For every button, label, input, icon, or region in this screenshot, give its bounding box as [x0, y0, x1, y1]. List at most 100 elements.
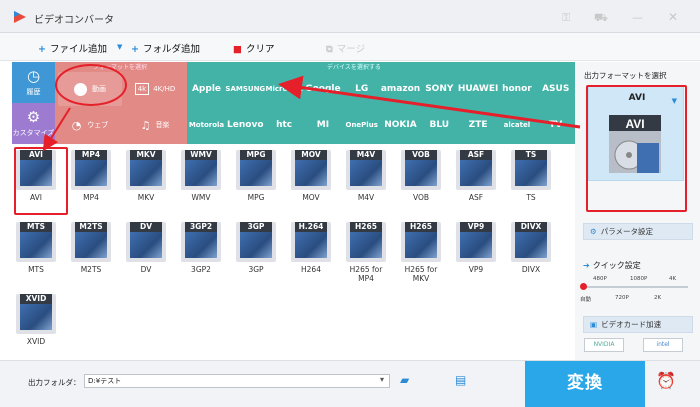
device-motorola[interactable]: Motorola	[188, 108, 225, 142]
format-art-icon	[185, 232, 217, 258]
gpu-acceleration-button[interactable]: ▣ ビデオカード加速	[583, 316, 693, 333]
add-file-dropdown-icon[interactable]: ▼	[117, 43, 122, 51]
format-mts[interactable]: MTS MTS	[12, 220, 60, 284]
format-label: VOB	[412, 193, 430, 202]
output-folder-input[interactable]: D:¥テスト	[84, 374, 390, 388]
device-samsung[interactable]: SAMSUNG	[225, 72, 265, 106]
device-sony[interactable]: SONY	[421, 72, 458, 106]
format-badge: TS	[515, 150, 547, 160]
format-h265-for-mp4[interactable]: H265 H265 for MP4	[342, 220, 390, 284]
format-dv[interactable]: DV DV	[122, 220, 170, 284]
format-badge: H.264	[295, 222, 327, 232]
format-vob[interactable]: VOB VOB	[397, 148, 445, 212]
device-blu[interactable]: BLU	[421, 108, 458, 142]
quick-icon: ➔	[583, 261, 590, 270]
quick-settings-title: ➔ クイック設定	[583, 261, 641, 270]
format-divx[interactable]: DIVX DIVX	[507, 220, 555, 284]
history-button[interactable]: ◷ 履歴	[12, 62, 55, 103]
format-asf[interactable]: ASF ASF	[452, 148, 500, 212]
chevron-down-icon[interactable]: ▾	[380, 375, 384, 384]
title-bar: ビデオコンバータ ⚿ ⛟ — ✕	[0, 0, 700, 33]
format-3gp2[interactable]: 3GP2 3GP2	[177, 220, 225, 284]
format-m2ts[interactable]: M2TS M2TS	[67, 220, 115, 284]
device-microsoft[interactable]: Microsoft	[266, 72, 303, 106]
format-mp4[interactable]: MP4 MP4	[67, 148, 115, 212]
format-h264[interactable]: H.264 H264	[287, 220, 335, 284]
alarm-clock-icon[interactable]: ⏰	[656, 371, 676, 390]
sidebar: ◷ 履歴 ⚙ カスタマイズ	[12, 62, 55, 144]
category-music[interactable]: ♫ 音楽	[125, 108, 185, 142]
format-badge: H265	[350, 222, 382, 232]
output-folder-label: 出力フォルダ：	[28, 378, 81, 387]
format-grid: AVI AVI MP4 MP4 MKV MKV WMV WMV MPG MPG MOV MOV M4V M…	[12, 148, 572, 360]
format-h265-for-mkv[interactable]: H265 H265 for MKV	[397, 220, 445, 284]
customize-button[interactable]: ⚙ カスタマイズ	[12, 103, 55, 144]
device-honor[interactable]: honor	[498, 72, 535, 106]
device-asus[interactable]: ASUS	[537, 72, 574, 106]
format-badge: H265	[405, 222, 437, 232]
device-htc[interactable]: htc	[266, 108, 303, 142]
format-badge: MOV	[295, 150, 327, 160]
quality-slider-handle[interactable]	[580, 283, 587, 290]
quality-label-720p: 720P	[615, 295, 629, 301]
highlight-video-category	[55, 64, 127, 106]
convert-button[interactable]: 変換	[525, 361, 645, 407]
device-google[interactable]: Google	[304, 72, 341, 106]
format-tile: ASF	[456, 150, 496, 190]
format-vp9[interactable]: VP9 VP9	[452, 220, 500, 284]
merge-button[interactable]: ⧉ マージ	[326, 41, 365, 55]
device-tv[interactable]: TV	[537, 108, 574, 142]
device-lg[interactable]: LG	[343, 72, 380, 106]
format-mkv[interactable]: MKV MKV	[122, 148, 170, 212]
highlight-selected-format	[586, 85, 687, 212]
clear-button[interactable]: ■ クリア	[233, 41, 275, 55]
gear-icon: ⚙	[26, 108, 41, 126]
cart-icon[interactable]: ⛟	[594, 11, 608, 26]
format-art-icon	[20, 232, 52, 258]
device-zte[interactable]: ZTE	[460, 108, 497, 142]
device-oneplus[interactable]: OnePlus	[343, 108, 380, 142]
folder-open-icon[interactable]: ▰	[400, 373, 409, 387]
device-huawei[interactable]: HUAWEI	[458, 72, 499, 106]
device-amazon[interactable]: amazon	[381, 72, 420, 106]
format-label: MP4	[83, 193, 99, 202]
format-wmv[interactable]: WMV WMV	[177, 148, 225, 212]
format-badge: 3GP	[240, 222, 272, 232]
format-xvid[interactable]: XVID XVID	[12, 292, 60, 356]
format-label: MOV	[302, 193, 320, 202]
category-4k-hd[interactable]: 4k 4K/HD	[125, 72, 185, 106]
format-tile: 3GP2	[181, 222, 221, 262]
quality-slider[interactable]	[580, 283, 688, 290]
format-art-icon	[240, 160, 272, 186]
format-mpg[interactable]: MPG MPG	[232, 148, 280, 212]
device-mi[interactable]: MI	[304, 108, 341, 142]
toolbar: + ファイル追加 ▼ + フォルダ追加 ■ クリア ⧉ マージ	[0, 33, 700, 61]
device-alcatel[interactable]: alcatel	[498, 108, 535, 142]
format-badge: WMV	[185, 150, 217, 160]
open-output-icon[interactable]: ▤	[455, 373, 466, 387]
add-file-button[interactable]: + ファイル追加	[38, 41, 107, 55]
4k-icon: 4k	[134, 83, 150, 95]
device-apple[interactable]: Apple	[188, 72, 225, 106]
format-art-icon	[75, 160, 107, 186]
device-lenovo[interactable]: Lenovo	[227, 108, 264, 142]
format-tile: M4V	[346, 150, 386, 190]
device-header: デバイスを選択する	[327, 64, 381, 71]
device-nokia[interactable]: NOKIA	[382, 108, 419, 142]
format-mov[interactable]: MOV MOV	[287, 148, 335, 212]
category-web[interactable]: ◔ ウェブ	[58, 108, 122, 142]
close-button[interactable]: ✕	[668, 10, 678, 24]
format-tile: H265	[346, 222, 386, 262]
minimize-button[interactable]: —	[632, 11, 643, 24]
format-art-icon	[130, 232, 162, 258]
app-logo-icon	[14, 11, 26, 23]
key-icon[interactable]: ⚿	[562, 11, 570, 25]
format-3gp[interactable]: 3GP 3GP	[232, 220, 280, 284]
format-tile: H.264	[291, 222, 331, 262]
add-folder-button[interactable]: + フォルダ追加	[131, 41, 200, 55]
format-m4v[interactable]: M4V M4V	[342, 148, 390, 212]
format-tile: H265	[401, 222, 441, 262]
format-tile: WMV	[181, 150, 221, 190]
parameter-settings-button[interactable]: ⚙ パラメータ設定	[583, 223, 693, 240]
format-ts[interactable]: TS TS	[507, 148, 555, 212]
